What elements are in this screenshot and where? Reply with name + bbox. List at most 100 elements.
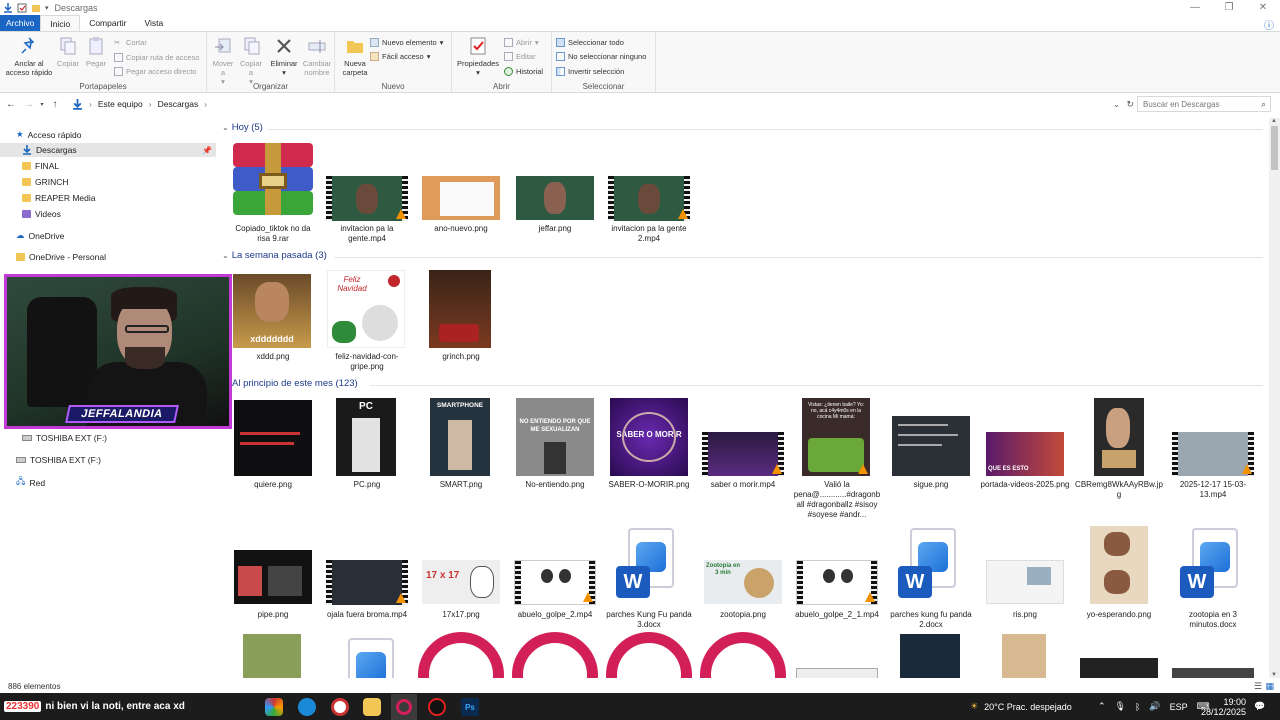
file-item[interactable]: invitacion pa la gente.mp4 [322, 131, 412, 256]
tab-vista[interactable]: Vista [136, 15, 173, 31]
file-item[interactable]: sigue.png [886, 388, 976, 523]
file-item[interactable]: Vistas: ¿tienen baile? Yo: no, acá c4y4m… [792, 388, 882, 523]
image-thumbnail[interactable] [1002, 634, 1046, 678]
copilot-icon[interactable] [265, 698, 283, 716]
nav-onedrive[interactable]: ☁ OneDrive [16, 230, 64, 241]
file-item[interactable]: SABER O MORIR SABER-O-MORIR.png [604, 388, 694, 523]
delete-button[interactable]: Eliminar ▾ [269, 36, 299, 77]
file-item[interactable]: ris.png [980, 518, 1070, 638]
paste-button[interactable]: Pegar [84, 36, 108, 68]
large-icons-view-icon[interactable]: ▦ [1265, 681, 1274, 692]
pin-quick-access-button[interactable]: Anclar al acceso rápido [4, 36, 54, 77]
file-item[interactable]: W zootopia en 3 minutos.docx [1168, 518, 1258, 638]
maximize-button[interactable]: ❐ [1212, 0, 1246, 15]
nav-item-grinch[interactable]: GRINCH [22, 177, 69, 187]
new-folder-icon[interactable] [31, 3, 41, 13]
customize-qa-icon[interactable]: ▾ [45, 4, 49, 12]
photoshop-icon[interactable]: Ps [461, 698, 479, 716]
help-icon[interactable]: ⓘ [1264, 17, 1274, 32]
new-folder-button[interactable]: Nueva carpeta [339, 36, 371, 77]
opera-icon[interactable] [606, 632, 692, 678]
invert-selection-button[interactable]: Invertir selección [556, 67, 624, 76]
up-button[interactable]: ↑ [46, 99, 64, 110]
language-indicator[interactable]: ESP [1170, 702, 1188, 712]
properties-button[interactable]: Propiedades ▾ [456, 36, 500, 77]
video-thumbnail[interactable] [1172, 668, 1254, 678]
edge-icon[interactable] [298, 698, 316, 716]
scroll-up-icon[interactable]: ▲ [1271, 118, 1277, 124]
back-button[interactable]: ← [2, 99, 20, 110]
nav-onedrive-personal[interactable]: OneDrive - Personal [16, 252, 106, 262]
bluetooth-icon[interactable]: ᛒ [1135, 702, 1140, 712]
breadcrumb-este-equipo[interactable]: Este equipo [98, 99, 143, 109]
volume-icon[interactable]: 🔊 [1149, 701, 1160, 712]
file-explorer-icon[interactable] [363, 698, 381, 716]
tab-compartir[interactable]: Compartir [80, 15, 135, 31]
opera-icon[interactable] [418, 632, 504, 678]
doc-icon[interactable] [336, 638, 396, 678]
nav-network[interactable]: 🖧 Red [16, 476, 45, 490]
scroll-thumb[interactable] [1271, 126, 1278, 170]
rename-button[interactable]: Cambiar nombre [301, 36, 333, 77]
file-item[interactable]: ano-nuevo.png [416, 131, 506, 256]
move-to-button[interactable]: Mover a ▾ [211, 36, 235, 86]
paste-shortcut-button[interactable]: Pegar acceso directo [114, 67, 196, 76]
obs-icon[interactable] [428, 698, 446, 716]
file-item[interactable]: SMARTPHONE SMART.png [416, 388, 506, 523]
recent-locations-icon[interactable]: ▾ [38, 101, 46, 108]
copy-to-button[interactable]: Copiar a ▾ [239, 36, 263, 86]
properties-check-icon[interactable] [17, 3, 27, 13]
file-item[interactable]: PC PC.png [322, 388, 412, 523]
file-item[interactable]: abuelo_golpe_2_1.mp4 [792, 518, 882, 638]
nav-item-final[interactable]: FINAL [22, 161, 59, 171]
file-item[interactable]: grinch.png [416, 259, 506, 384]
copy-path-button[interactable]: Copiar ruta de acceso [114, 53, 199, 62]
file-item[interactable]: invitacion pa la gente 2.mp4 [604, 131, 694, 256]
file-item[interactable]: jeffar.png [510, 131, 600, 256]
refresh-icon[interactable]: ↻ [1126, 99, 1134, 110]
file-item[interactable]: ojala fuera broma.mp4 [322, 518, 412, 638]
nav-drive-toshiba-2[interactable]: TOSHIBA EXT (F:) [16, 455, 101, 465]
mic-icon[interactable]: 🎙 [1115, 701, 1126, 712]
forward-button[interactable]: → [20, 99, 38, 110]
scroll-down-icon[interactable]: ▼ [1271, 672, 1277, 678]
file-item[interactable]: abuelo_golpe_2.mp4 [510, 518, 600, 638]
file-item[interactable]: 17 x 17 17x17.png [416, 518, 506, 638]
nav-item-videos[interactable]: Videos [22, 209, 61, 219]
file-item[interactable]: saber o morir.mp4 [698, 388, 788, 523]
chrome-icon[interactable] [331, 698, 349, 716]
edit-button[interactable]: Editar [504, 52, 536, 61]
vertical-scrollbar[interactable]: ▲ ▼ [1269, 118, 1280, 678]
address-bar[interactable]: › Este equipo › Descargas › ⌄ ↻ [72, 96, 1134, 112]
file-item[interactable]: QUE ES ESTO portada-videos-2025.png [980, 388, 1070, 523]
tab-inicio[interactable]: Inicio [40, 15, 81, 31]
close-button[interactable]: ✕ [1246, 0, 1280, 15]
file-item[interactable]: W parches Kung Fu panda 3.docx [604, 518, 694, 638]
details-view-icon[interactable]: ☰ [1254, 681, 1262, 692]
breadcrumb-descargas[interactable]: Descargas [158, 99, 199, 109]
easy-access-button[interactable]: Fácil acceso ▾ [370, 52, 430, 61]
image-thumbnail[interactable] [900, 634, 960, 678]
weather-widget[interactable]: ☀ 20°C Prac. despejado [970, 693, 1072, 720]
video-thumbnail[interactable] [796, 668, 878, 678]
file-item[interactable]: NO ENTIENDO POR QUE ME SEXUALIZAN No-ent… [510, 388, 600, 523]
file-item[interactable]: Feliz Navidad feliz-navidad-con-gripe.pn… [322, 259, 412, 384]
nav-quick-access[interactable]: ★ Acceso rápido [16, 129, 82, 140]
opera-icon[interactable] [512, 632, 598, 678]
opera-icon[interactable] [700, 632, 786, 678]
show-hidden-icons-icon[interactable]: ⌃ [1098, 701, 1106, 712]
file-item[interactable]: quiere.png [228, 388, 318, 523]
notifications-icon[interactable]: 💬 [1254, 693, 1265, 720]
file-item[interactable]: yo-esperando.png [1074, 518, 1164, 638]
minimize-button[interactable]: — [1178, 0, 1212, 15]
file-item[interactable]: Zootopia en 3 min zootopia.png [698, 518, 788, 638]
file-item[interactable]: CBRemg8WkAAyRBw.jpg [1074, 388, 1164, 523]
history-button[interactable]: Historial [504, 67, 543, 76]
copy-button[interactable]: Copiar [56, 36, 80, 68]
cut-button[interactable]: ✂ Cortar [114, 38, 147, 47]
select-all-button[interactable]: Seleccionar todo [556, 38, 624, 47]
file-item[interactable]: Copiado_tiktok no da risa 9.rar [228, 131, 318, 256]
nav-item-reaper-media[interactable]: REAPER Media [22, 193, 95, 203]
image-thumbnail[interactable] [1080, 658, 1158, 678]
file-item[interactable]: 2025-12-17 15-03-13.mp4 [1168, 388, 1258, 523]
